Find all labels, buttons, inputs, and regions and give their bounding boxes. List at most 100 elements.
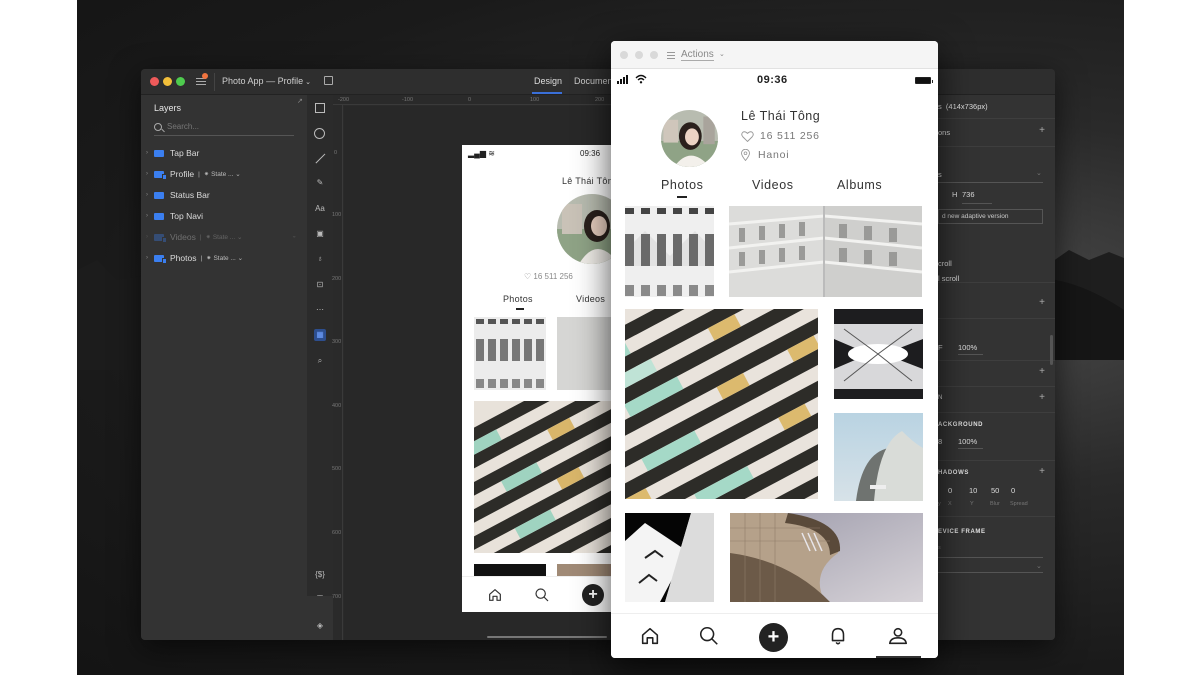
rectangle-tool-icon[interactable]	[315, 103, 325, 113]
panel-scrollbar[interactable]	[1050, 335, 1053, 365]
scroll-option[interactable]: croll	[938, 259, 952, 268]
add-icon[interactable]: +	[1039, 297, 1045, 308]
component-tool-icon[interactable]: ♁	[314, 253, 326, 265]
tab-design[interactable]: Design	[534, 76, 562, 86]
photo-thumbnail[interactable]	[834, 413, 923, 501]
maximize-window-button[interactable]	[650, 51, 658, 59]
add-icon[interactable]: +	[1039, 466, 1045, 477]
photo-thumbnail[interactable]	[474, 564, 546, 576]
close-window-button[interactable]	[620, 51, 628, 59]
fill-opacity-input[interactable]: 100%	[958, 343, 977, 352]
minimize-window-button[interactable]	[163, 77, 172, 86]
scroll-option[interactable]: l scroll	[938, 274, 959, 283]
chevron-down-icon[interactable]: ⌄	[1036, 169, 1042, 177]
layer-item-videos[interactable]: › Videos | ⁕ State ... ⌄ ◒	[146, 230, 296, 244]
shadow-spread-input[interactable]: 0	[1011, 486, 1015, 495]
photo-thumbnail[interactable]	[625, 513, 714, 602]
photo-thumbnail[interactable]	[557, 564, 612, 576]
actions-menu[interactable]: Actions	[681, 49, 714, 61]
layers-search-input[interactable]	[167, 122, 287, 131]
home-icon[interactable]	[487, 587, 503, 603]
artboard-profile[interactable]: ▂▄▆ ≋ 09:36 Lê Thái Tông ♡ 16 511 256 Ph…	[462, 145, 612, 612]
height-input[interactable]: 736	[962, 190, 975, 199]
chevron-down-icon[interactable]: ⌄	[1036, 562, 1042, 570]
artboard-switch-icon[interactable]	[324, 76, 333, 85]
photo-thumbnail[interactable]	[625, 309, 818, 499]
photo-thumbnail[interactable]	[729, 206, 922, 297]
avatar[interactable]	[661, 110, 718, 167]
chevron-right-icon[interactable]: ›	[146, 150, 152, 156]
tab-photos[interactable]: Photos	[661, 178, 704, 192]
search-icon[interactable]	[534, 587, 550, 603]
layers-stack-icon[interactable]: ◈	[314, 620, 326, 632]
search-icon[interactable]	[698, 625, 720, 647]
add-adaptive-version-button[interactable]: d new adaptive version	[938, 209, 1043, 224]
photo-thumbnail[interactable]	[730, 513, 923, 602]
chevron-down-icon[interactable]: ⌄	[719, 50, 725, 58]
state-dropdown[interactable]: ⁕ State ... ⌄	[206, 254, 243, 262]
artboard-tool-icon[interactable]: ⊡	[314, 279, 326, 291]
state-separator: |	[200, 254, 203, 262]
photo-thumbnail[interactable]	[474, 317, 546, 390]
add-post-button[interactable]: +	[582, 584, 604, 606]
photo-thumbnail[interactable]	[474, 401, 612, 553]
tab-videos[interactable]: Videos	[752, 178, 794, 192]
shadow-y-input[interactable]: 10	[969, 486, 977, 495]
layer-item-top-navi[interactable]: › Top Navi	[146, 209, 296, 223]
menu-icon[interactable]	[667, 50, 675, 59]
chevron-right-icon[interactable]: ›	[146, 192, 152, 198]
fill-hex-input[interactable]: F	[938, 343, 943, 352]
add-icon[interactable]: +	[1039, 392, 1045, 403]
chevron-right-icon[interactable]: ›	[146, 213, 152, 219]
avatar-photo	[557, 194, 612, 264]
close-window-button[interactable]	[150, 77, 159, 86]
layer-item-status-bar[interactable]: › Status Bar	[146, 188, 296, 202]
plugins-icon[interactable]: {$}	[314, 569, 326, 581]
zoom-tool-icon[interactable]: ⌕	[314, 355, 326, 367]
bell-icon[interactable]	[827, 625, 849, 647]
layer-item-photos[interactable]: › Photos | ⁕ State ... ⌄	[146, 251, 296, 265]
repeat-grid-icon[interactable]: ▦	[314, 329, 326, 341]
layers-search[interactable]	[154, 122, 294, 136]
hidden-eye-icon[interactable]: ◒	[292, 234, 296, 240]
text-tool-icon[interactable]: Aa	[314, 203, 326, 215]
background-opacity-input[interactable]: 100%	[958, 437, 977, 446]
heart-icon[interactable]	[741, 130, 754, 142]
tools-column: ✎ Aa ▣ ♁ ⊡ ⋯ ▦ ⌕ {$} ⊤	[307, 95, 333, 640]
profile-icon[interactable]	[887, 625, 909, 647]
layer-item-tap-bar[interactable]: › Tap Bar	[146, 146, 296, 160]
shadow-x-input[interactable]: 0	[948, 486, 952, 495]
preset-dropdown-label[interactable]: s	[938, 170, 942, 179]
chevron-right-icon[interactable]: ›	[146, 234, 152, 240]
more-tools-icon[interactable]: ⋯	[314, 304, 326, 316]
image-tool-icon[interactable]: ▣	[314, 228, 326, 240]
tab-photos[interactable]: Photos	[503, 294, 533, 304]
component-folder-icon	[154, 254, 167, 264]
minimize-window-button[interactable]	[635, 51, 643, 59]
tab-videos[interactable]: Videos	[576, 294, 605, 304]
state-dropdown[interactable]: ⁕ State ... ⌄	[204, 170, 241, 178]
add-post-button[interactable]: +	[759, 623, 788, 652]
background-hex-input[interactable]: 8	[938, 437, 942, 446]
add-icon[interactable]: +	[1039, 366, 1045, 377]
tab-document[interactable]: Document	[574, 76, 615, 86]
tab-albums[interactable]: Albums	[837, 178, 882, 192]
add-icon[interactable]: +	[1039, 125, 1045, 136]
chevron-right-icon[interactable]: ›	[146, 255, 152, 261]
collapse-panel-icon[interactable]: ↗	[297, 97, 303, 105]
shadow-blur-input[interactable]: 50	[991, 486, 999, 495]
shadow-field-label: X	[948, 501, 952, 507]
layer-item-profile[interactable]: › Profile | ⁕ State ... ⌄	[146, 167, 296, 181]
document-title[interactable]: Photo App — Profile ⌄	[222, 76, 311, 86]
horizontal-scrollbar[interactable]	[487, 636, 607, 638]
chevron-right-icon[interactable]: ›	[146, 171, 152, 177]
home-icon[interactable]	[639, 625, 661, 647]
state-dropdown[interactable]: ⁕ State ... ⌄	[206, 233, 243, 241]
line-tool-icon[interactable]	[314, 152, 326, 164]
photo-thumbnail[interactable]	[625, 206, 714, 297]
maximize-window-button[interactable]	[176, 77, 185, 86]
ellipse-tool-icon[interactable]	[314, 128, 325, 139]
photo-thumbnail[interactable]	[557, 317, 612, 390]
pen-tool-icon[interactable]: ✎	[314, 177, 326, 189]
photo-thumbnail[interactable]	[834, 309, 923, 399]
